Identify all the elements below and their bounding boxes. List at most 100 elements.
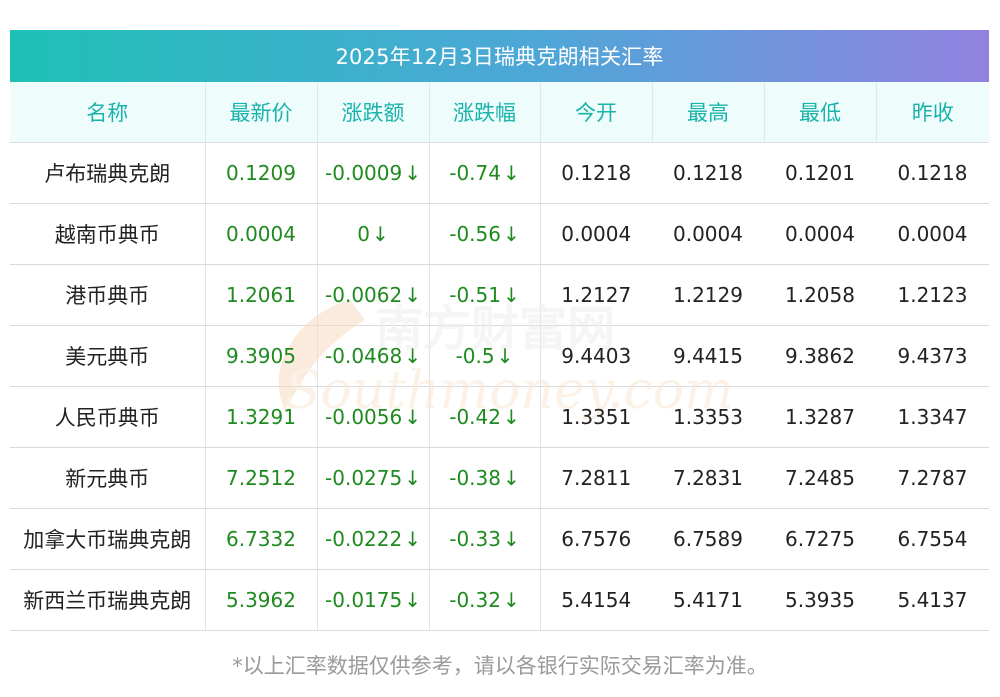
disclaimer-note: *以上汇率数据仅供参考，请以各银行实际交易汇率为准。 — [232, 654, 768, 678]
cell-prev: 5.4137 — [876, 569, 989, 631]
cell-open-value: 9.4403 — [561, 343, 632, 368]
col-header-high: 最高 — [652, 82, 765, 143]
cell-pct: -0.5 ↓ — [429, 325, 541, 387]
cell-change: -0.0175 ↓ — [317, 569, 430, 631]
cell-prev-value: 0.0004 — [897, 221, 968, 246]
cell-high: 6.7589 — [652, 508, 764, 570]
cell-open-value: 7.2811 — [561, 465, 632, 490]
cell-name: 人民币典币 — [10, 386, 206, 448]
cell-open-value: 1.2127 — [561, 282, 632, 307]
down-arrow-icon: ↓ — [502, 526, 520, 551]
cell-latest-value: 6.7332 — [226, 526, 296, 551]
down-arrow-icon: ↓ — [404, 404, 421, 429]
cell-prev: 0.1218 — [876, 142, 989, 204]
cell-prev-value: 9.4373 — [897, 343, 968, 368]
cell-high-value: 1.3353 — [673, 404, 743, 429]
down-arrow-icon: ↓ — [502, 404, 520, 429]
cell-low: 0.1201 — [764, 142, 876, 204]
cell-prev-value: 0.1218 — [897, 160, 968, 185]
cell-high-value: 0.0004 — [673, 221, 743, 246]
cell-high: 0.0004 — [652, 203, 764, 265]
cell-high: 9.4415 — [652, 325, 764, 387]
col-header-pct: 涨跌幅 — [429, 82, 541, 143]
cell-prev-value: 1.2123 — [897, 282, 968, 307]
table-row: 人民币典币 1.3291 -0.0056 ↓ -0.42 ↓ 1.3351 1.3353 1.3… — [10, 386, 989, 448]
cell-high: 0.1218 — [652, 142, 764, 204]
cell-low-value: 1.2058 — [785, 282, 855, 307]
col-header-latest: 最新价 — [205, 82, 318, 143]
table-row: 加拿大币瑞典克朗 6.7332 -0.0222 ↓ -0.33 ↓ 6.7576 6.7589… — [10, 508, 989, 570]
cell-low: 9.3862 — [764, 325, 876, 387]
down-arrow-icon: ↓ — [404, 465, 421, 490]
down-arrow-icon: ↓ — [404, 526, 421, 551]
col-header-prev: 昨收 — [876, 82, 989, 143]
cell-pct: -0.56 ↓ — [429, 203, 541, 265]
cell-open: 1.2127 — [540, 264, 652, 326]
cell-pct-value: -0.51 — [449, 282, 501, 307]
cell-pct-value: -0.32 — [449, 587, 501, 612]
cell-change: -0.0275 ↓ — [317, 447, 430, 509]
cell-low-value: 6.7275 — [785, 526, 855, 551]
cell-high-value: 7.2831 — [673, 465, 743, 490]
cell-name-value: 港币典币 — [65, 283, 150, 308]
cell-high-value: 5.4171 — [673, 587, 743, 612]
cell-open: 0.1218 — [540, 142, 652, 204]
cell-prev-value: 5.4137 — [897, 587, 968, 612]
cell-prev: 1.2123 — [876, 264, 989, 326]
cell-name: 新元典币 — [10, 447, 206, 509]
cell-latest-value: 5.3962 — [226, 587, 296, 612]
cell-low: 7.2485 — [764, 447, 876, 509]
cell-latest-value: 1.2061 — [226, 282, 296, 307]
cell-latest: 0.0004 — [205, 203, 318, 265]
cell-high: 5.4171 — [652, 569, 764, 631]
cell-change-value: -0.0468 — [325, 343, 403, 368]
table-row: 越南币典币 0.0004 0 ↓ -0.56 ↓ 0.0004 0.0004 0.0004 0.0… — [10, 203, 989, 265]
cell-name-value: 越南币典币 — [54, 222, 160, 247]
cell-prev: 9.4373 — [876, 325, 989, 387]
down-arrow-icon: ↓ — [404, 160, 421, 185]
cell-pct-value: -0.33 — [449, 526, 501, 551]
cell-low: 1.2058 — [764, 264, 876, 326]
cell-latest: 1.2061 — [205, 264, 318, 326]
cell-change-value: -0.0009 — [325, 160, 403, 185]
table-row: 美元典币 9.3905 -0.0468 ↓ -0.5 ↓ 9.4403 9.4415 9.386… — [10, 325, 989, 387]
cell-latest-value: 9.3905 — [226, 343, 296, 368]
down-arrow-icon: ↓ — [404, 282, 421, 307]
cell-change-value: 0 — [357, 221, 370, 246]
cell-prev: 7.2787 — [876, 447, 989, 509]
cell-low: 1.3287 — [764, 386, 876, 448]
cell-high-value: 0.1218 — [673, 160, 743, 185]
cell-high: 7.2831 — [652, 447, 764, 509]
exchange-rate-table: 名称 最新价 涨跌额 涨跌幅 今开 最高 最低 昨收 卢布瑞典克朗 0.1209-… — [10, 82, 989, 631]
cell-name: 卢布瑞典克朗 — [10, 142, 206, 204]
cell-change-value: -0.0175 — [325, 587, 403, 612]
cell-latest: 9.3905 — [205, 325, 318, 387]
cell-open: 9.4403 — [540, 325, 652, 387]
cell-name-value: 新元典币 — [65, 466, 150, 491]
table-row: 新西兰币瑞典克朗 5.3962 -0.0175 ↓ -0.32 ↓ 5.4154 5.4171… — [10, 569, 989, 631]
down-arrow-icon: ↓ — [371, 221, 389, 246]
cell-pct-value: -0.42 — [449, 404, 501, 429]
down-arrow-icon: ↓ — [502, 221, 520, 246]
cell-open: 7.2811 — [540, 447, 652, 509]
cell-name: 港币典币 — [10, 264, 206, 326]
cell-high-value: 6.7589 — [673, 526, 743, 551]
cell-change-value: -0.0222 — [325, 526, 403, 551]
table-title: 2025年12月3日瑞典克朗相关汇率 — [10, 30, 989, 82]
cell-pct: -0.38 ↓ — [429, 447, 541, 509]
col-header-change: 涨跌额 — [317, 82, 430, 143]
cell-prev-value: 7.2787 — [897, 465, 968, 490]
cell-prev-value: 6.7554 — [897, 526, 968, 551]
cell-pct: -0.51 ↓ — [429, 264, 541, 326]
cell-pct: -0.32 ↓ — [429, 569, 541, 631]
cell-latest-value: 0.1209 — [226, 160, 296, 185]
cell-low: 5.3935 — [764, 569, 876, 631]
down-arrow-icon: ↓ — [502, 282, 520, 307]
cell-change: -0.0062 ↓ — [317, 264, 430, 326]
cell-pct: -0.74 ↓ — [429, 142, 541, 204]
cell-name-value: 美元典币 — [65, 344, 150, 369]
table-row: 卢布瑞典克朗 0.1209 -0.0009 ↓ -0.74 ↓ 0.1218 0.1218 0.… — [10, 142, 989, 204]
cell-prev: 0.0004 — [876, 203, 989, 265]
col-header-low: 最低 — [764, 82, 877, 143]
cell-prev: 1.3347 — [876, 386, 989, 448]
